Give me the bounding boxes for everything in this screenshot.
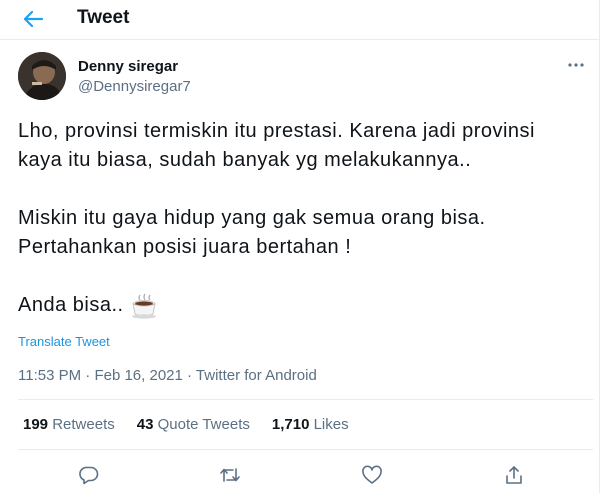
more-dots-icon bbox=[568, 63, 584, 67]
reply-icon bbox=[79, 465, 99, 485]
tweet-page: Tweet Denny siregar @Dennysiregar7 Lho, … bbox=[0, 0, 600, 493]
back-button[interactable] bbox=[20, 5, 48, 33]
tweet-date[interactable]: Feb 16, 2021 bbox=[94, 367, 182, 384]
divider bbox=[18, 399, 593, 400]
tweet-stats: 199 Retweets 43 Quote Tweets 1,710 Likes bbox=[23, 416, 349, 434]
retweet-button[interactable] bbox=[215, 460, 245, 490]
retweets-label: Retweets bbox=[52, 416, 115, 433]
meta-separator: · bbox=[182, 367, 196, 384]
tweet-line: Lho, provinsi termiskin itu prestasi. Ka… bbox=[18, 120, 535, 142]
retweets-stat[interactable]: 199 Retweets bbox=[23, 416, 115, 434]
tweet-signoff: Anda bisa.. bbox=[18, 294, 124, 316]
quote-tweets-stat[interactable]: 43 Quote Tweets bbox=[137, 416, 250, 434]
author-handle[interactable]: @Dennysiregar7 bbox=[78, 78, 191, 96]
share-button[interactable] bbox=[499, 460, 529, 490]
meta-separator: · bbox=[81, 367, 95, 384]
retweets-count: 199 bbox=[23, 416, 49, 433]
likes-stat[interactable]: 1,710 Likes bbox=[272, 416, 349, 434]
translate-tweet-link[interactable]: Translate Tweet bbox=[18, 334, 110, 350]
arrow-left-icon bbox=[24, 10, 44, 28]
tweet-line: Miskin itu gaya hidup yang gak semua ora… bbox=[18, 207, 486, 229]
tweet-time[interactable]: 11:53 PM bbox=[18, 367, 81, 384]
tweet-metadata: 11:53 PM · Feb 16, 2021 · Twitter for An… bbox=[18, 367, 317, 385]
page-title: Tweet bbox=[77, 7, 130, 28]
author-name[interactable]: Denny siregar bbox=[78, 58, 178, 76]
quote-tweets-count: 43 bbox=[136, 416, 154, 433]
page-header: Tweet bbox=[0, 0, 600, 40]
share-icon bbox=[504, 465, 524, 485]
tweet-line: Pertahankan posisi juara bertahan ! bbox=[18, 236, 352, 258]
likes-count: 1,710 bbox=[271, 416, 310, 433]
heart-icon bbox=[361, 465, 383, 485]
like-button[interactable] bbox=[357, 460, 387, 490]
avatar[interactable] bbox=[18, 52, 66, 100]
tweet-actions bbox=[0, 458, 600, 490]
divider bbox=[18, 449, 593, 450]
hot-beverage-emoji bbox=[130, 292, 158, 320]
tweet-line: kaya itu biasa, sudah banyak yg melakuka… bbox=[18, 149, 472, 171]
tweet-text: Lho, provinsi termiskin itu prestasi. Ka… bbox=[18, 117, 593, 320]
quote-tweets-label: Quote Tweets bbox=[157, 416, 250, 433]
more-options-button[interactable] bbox=[562, 55, 590, 75]
tweet-client[interactable]: Twitter for Android bbox=[196, 367, 317, 384]
likes-label: Likes bbox=[313, 416, 349, 433]
retweet-icon bbox=[219, 465, 241, 485]
reply-button[interactable] bbox=[74, 460, 104, 490]
